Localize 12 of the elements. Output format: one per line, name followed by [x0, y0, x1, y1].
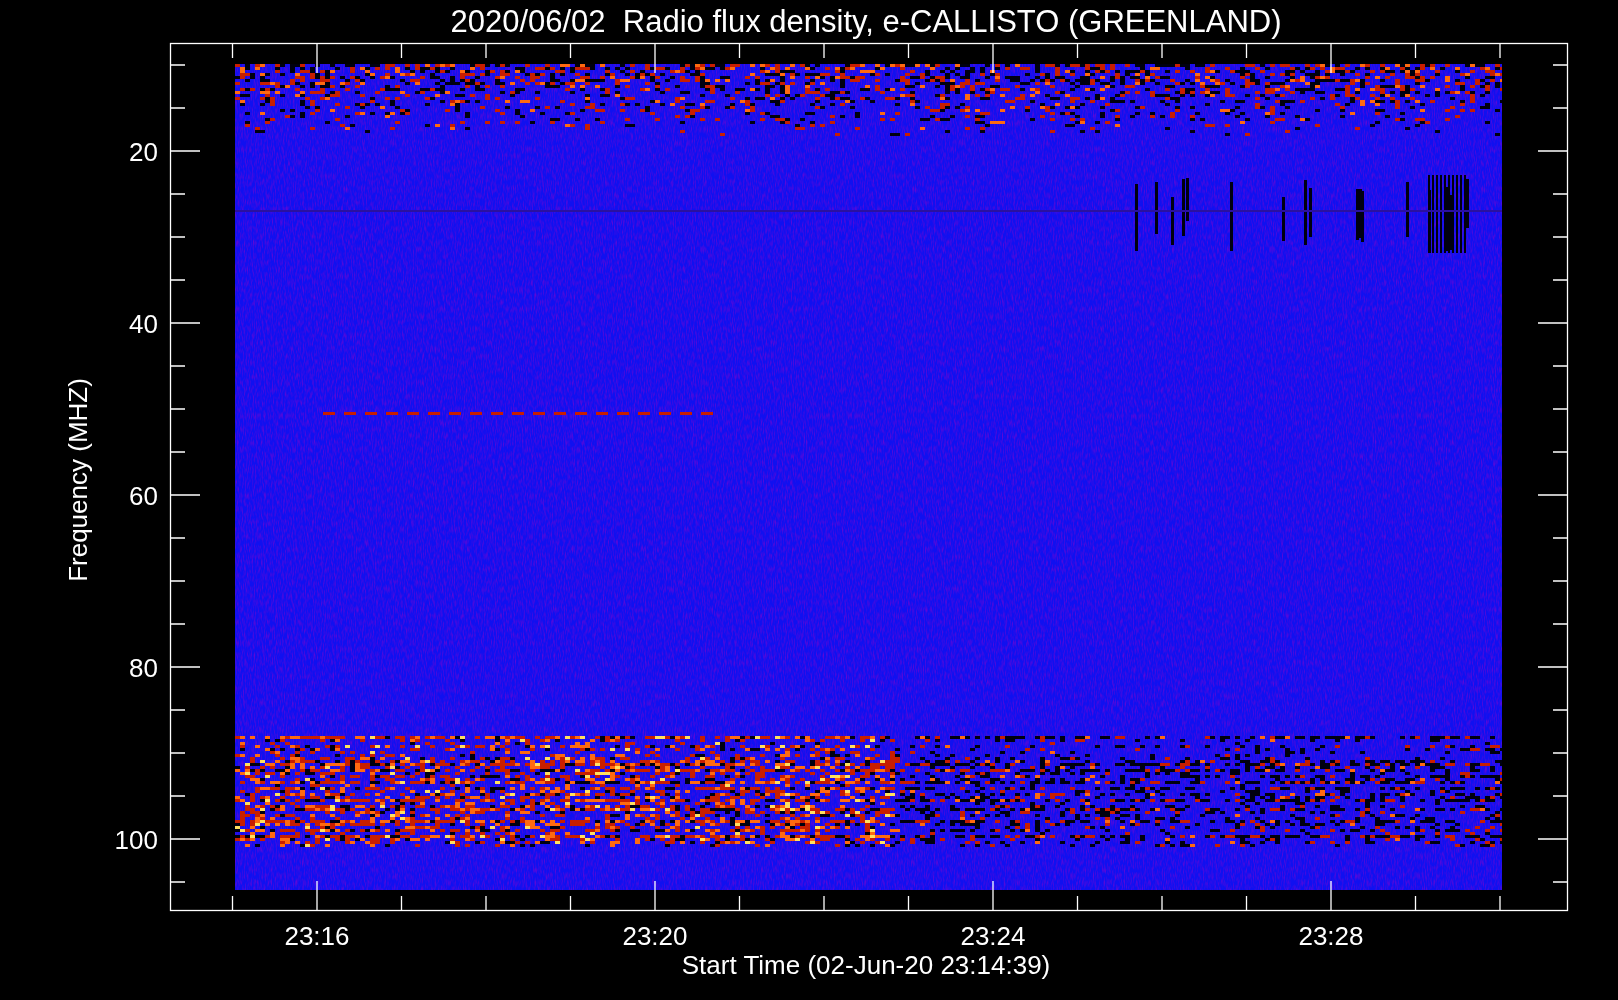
tick-label: 20 [129, 137, 158, 167]
plot-title: 2020/06/02 Radio flux density, e-CALLISTO (GREENLAND) [450, 4, 1282, 39]
tick-label: 23:20 [622, 921, 688, 951]
tick-label: 40 [129, 309, 158, 339]
tick-label: 23:24 [960, 921, 1026, 951]
axis-label: Start Time (02-Jun-20 23:14:39) [681, 950, 1051, 980]
tick-label: 60 [129, 481, 158, 511]
tick-label: 23:28 [1298, 921, 1364, 951]
tick-label: 100 [114, 825, 158, 855]
axis-label: Frequency (MHZ) [63, 378, 93, 582]
tick-label: 80 [129, 653, 158, 683]
tick-label: 23:16 [284, 921, 350, 951]
